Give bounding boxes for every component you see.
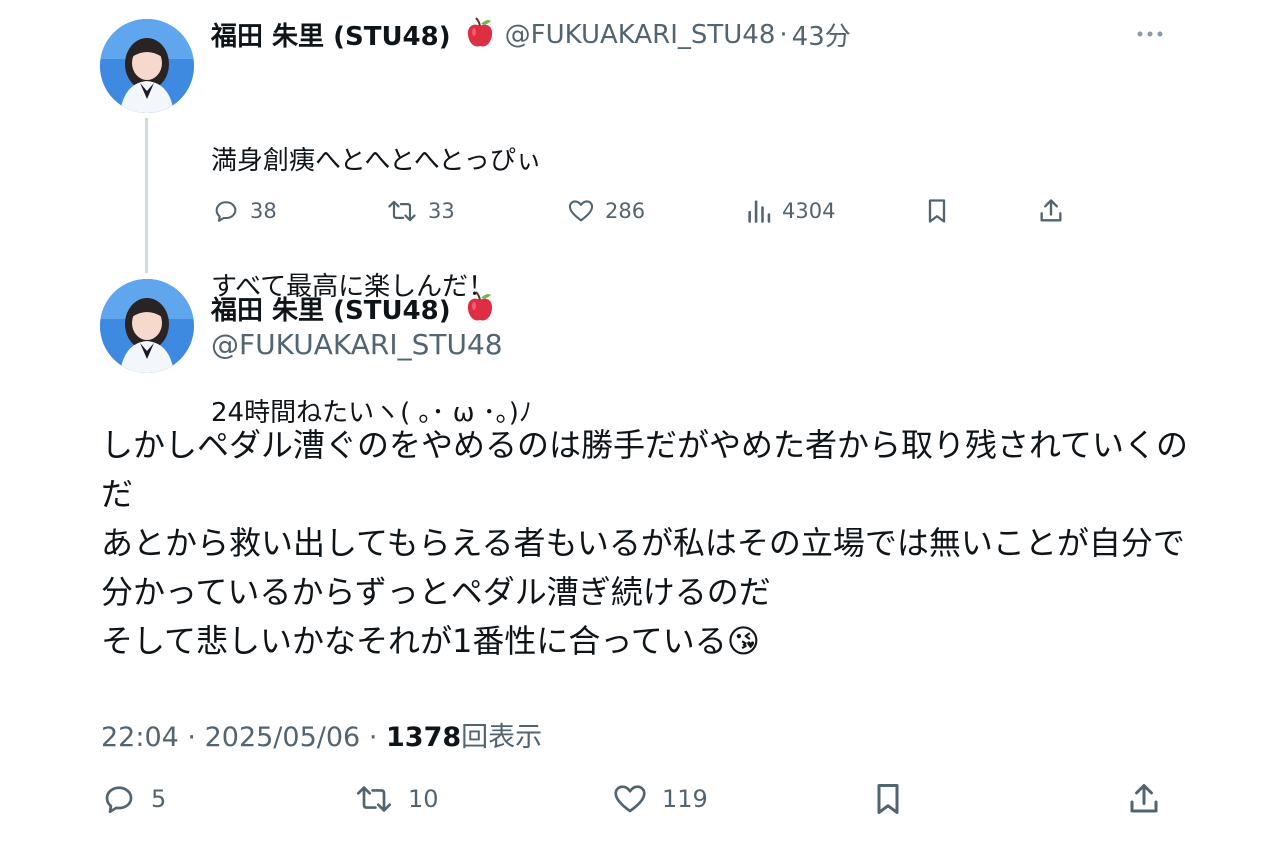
like-count: 286 [605, 199, 646, 223]
reply-icon [215, 201, 237, 222]
main-line: あとから救い出してもらえる者もいるが私はその立場では無いことが自分で [101, 524, 1185, 562]
reply-author-name[interactable]: 福田 朱里 (STU48) [211, 16, 451, 53]
reply-action-reply[interactable]: 38 [212, 197, 277, 225]
main-author-name[interactable]: 福田 朱里 (STU48) [211, 290, 451, 327]
main-line: だ [101, 475, 134, 513]
view-label: 回表示 [461, 722, 543, 753]
views-count: 4304 [782, 199, 836, 223]
reply-icon [105, 786, 133, 814]
red-apple-icon [465, 290, 495, 327]
meta-separator: · [187, 722, 196, 753]
like-count: 119 [662, 785, 708, 813]
main-action-like[interactable]: 119 [612, 781, 708, 817]
repost-count: 10 [408, 785, 439, 813]
tweet-date[interactable]: 2025/05/06 [205, 722, 361, 753]
repost-count: 33 [428, 199, 455, 223]
reply-action-repost[interactable]: 33 [386, 197, 455, 225]
main-line: しかしペダル漕ぐのをやめるのは勝手だがやめた者から取り残されていくの [101, 426, 1189, 464]
repost-icon [388, 200, 416, 222]
main-line: 分かっているからずっとペダル漕ぎ続けるのだ [101, 573, 771, 611]
share-icon [1130, 784, 1158, 813]
header-separator: · [779, 19, 788, 50]
reply-action-views[interactable]: 4304 [746, 197, 835, 225]
meta-separator: · [368, 722, 378, 753]
reply-text: 満身創痍へとへとへとっぴぃ すべて最高に楽しんだ！ 24時間ねたいヽ( ｡･ ω… [211, 56, 542, 476]
thread-connector-line [145, 118, 148, 273]
red-apple-icon [465, 16, 495, 53]
main-action-bookmark[interactable] [872, 781, 904, 817]
reply-count: 38 [250, 199, 277, 223]
reply-action-share[interactable] [1037, 197, 1065, 225]
main-header: 福田 朱里 (STU48) [211, 290, 495, 327]
reply-header: 福田 朱里 (STU48) @FUKUAKARI_STU48 · 43分 [211, 16, 851, 53]
reply-action-like[interactable]: 286 [567, 197, 645, 225]
bookmark-icon [928, 199, 946, 223]
tweet-time[interactable]: 22:04 [101, 722, 179, 753]
view-count: 1378 [386, 722, 462, 753]
main-avatar[interactable] [100, 279, 194, 373]
more-icon[interactable] [1136, 20, 1166, 45]
main-action-reply[interactable]: 5 [101, 781, 166, 817]
views-chart-icon [748, 200, 771, 223]
main-action-share[interactable] [1126, 781, 1162, 817]
reply-time-ago[interactable]: 43分 [792, 16, 851, 53]
main-text: しかしペダル漕ぐのをやめるのは勝手だがやめた者から取り残されていくの だ あとか… [101, 421, 1188, 666]
main-author-handle[interactable]: @FUKUAKARI_STU48 [211, 328, 503, 361]
reply-author-handle[interactable]: @FUKUAKARI_STU48 [505, 20, 776, 50]
main-line: そして悲しいかなそれが1番性に合っている😘 [101, 622, 761, 660]
repost-icon [356, 786, 392, 812]
reply-count: 5 [151, 785, 167, 813]
reply-avatar[interactable] [100, 19, 194, 113]
tweet-meta: 22:04 · 2025/05/06 · 1378回表示 [101, 715, 542, 754]
main-action-repost[interactable]: 10 [354, 781, 439, 817]
heart-icon [614, 785, 646, 813]
reply-line: 満身創痍へとへとへとっぴぃ [211, 146, 542, 176]
bookmark-icon [877, 784, 899, 814]
share-icon [1040, 199, 1062, 222]
heart-icon [568, 200, 594, 222]
reply-action-bookmark[interactable] [925, 197, 949, 225]
